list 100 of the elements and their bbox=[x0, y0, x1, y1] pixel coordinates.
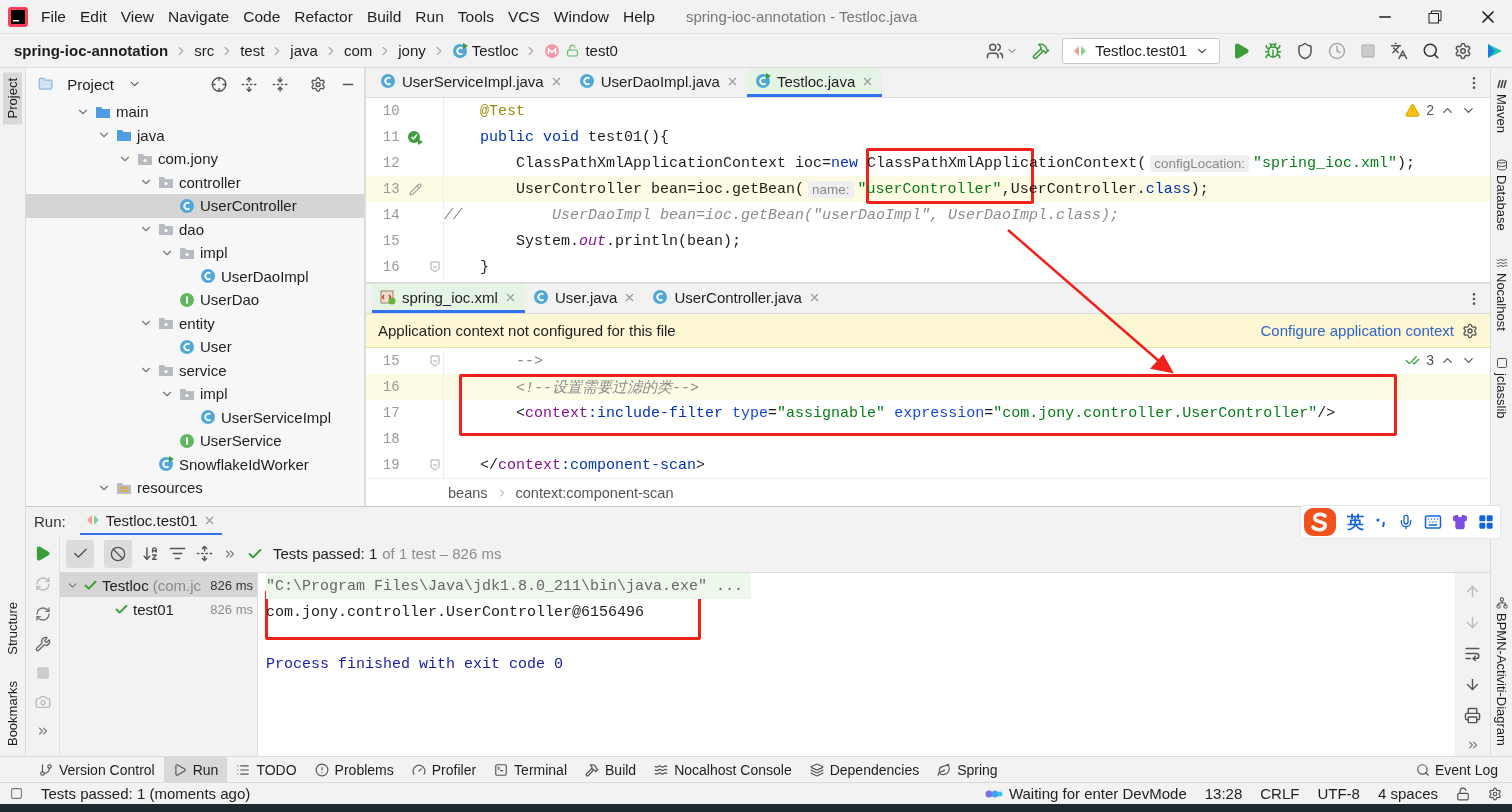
scroll-to-end-icon[interactable] bbox=[1464, 676, 1481, 693]
tool-window-tab[interactable]: Maven bbox=[1492, 72, 1511, 140]
tool-window-button[interactable]: Run bbox=[163, 757, 228, 782]
tree-item[interactable]: dao bbox=[26, 217, 364, 241]
soft-wrap-icon[interactable] bbox=[1464, 645, 1481, 662]
panel-toggle-icon[interactable] bbox=[10, 787, 23, 800]
rerun-icon[interactable] bbox=[34, 545, 51, 562]
breadcrumb[interactable]: context:component-scan bbox=[515, 484, 674, 501]
breadcrumb[interactable]: com bbox=[343, 42, 373, 59]
expand-all-icon[interactable] bbox=[196, 545, 213, 562]
restore-icon[interactable] bbox=[1428, 9, 1442, 24]
tree-item[interactable]: SnowflakeIdWorker bbox=[26, 452, 364, 476]
coverage-icon[interactable] bbox=[1296, 41, 1314, 60]
run-icon[interactable] bbox=[1232, 41, 1250, 60]
menu-item[interactable]: Edit bbox=[73, 7, 114, 26]
tool-window-button[interactable]: Dependencies bbox=[800, 757, 929, 782]
editor-tab[interactable]: UserController.java bbox=[644, 284, 829, 313]
settings-icon[interactable] bbox=[1488, 786, 1502, 801]
menu-item[interactable]: Run bbox=[408, 7, 451, 26]
wrench-icon[interactable] bbox=[34, 636, 51, 652]
tool-window-tab[interactable]: Project bbox=[3, 72, 22, 125]
toggle-auto-test-icon[interactable] bbox=[34, 606, 51, 622]
editor-tab[interactable]: User.java bbox=[524, 284, 645, 313]
menu-item[interactable]: File bbox=[34, 7, 73, 26]
tree-item[interactable]: UserServiceImpl bbox=[26, 405, 364, 429]
tool-window-tab[interactable]: Structure bbox=[3, 596, 22, 661]
sort-alphabetically-icon[interactable] bbox=[142, 545, 159, 562]
tool-window-button[interactable]: TODO bbox=[227, 757, 306, 782]
search-icon[interactable] bbox=[1422, 41, 1440, 60]
expand-all-icon[interactable] bbox=[241, 75, 258, 93]
tool-window-button[interactable]: Build bbox=[576, 757, 646, 782]
show-ignored-button[interactable] bbox=[104, 539, 132, 568]
menu-item[interactable]: Window bbox=[546, 7, 616, 26]
breadcrumb[interactable]: beans bbox=[448, 484, 488, 501]
breadcrumb[interactable]: src bbox=[194, 42, 215, 59]
tool-window-tab[interactable]: BPMN-Activiti-Diagram bbox=[1492, 591, 1511, 752]
menu-item[interactable]: Tools bbox=[450, 7, 501, 26]
tool-window-tab[interactable]: Nocalhost bbox=[1492, 250, 1511, 337]
tree-item[interactable]: impl bbox=[26, 382, 364, 406]
tool-window-tab[interactable]: Database bbox=[1492, 153, 1511, 237]
settings-icon[interactable] bbox=[1454, 41, 1472, 60]
breadcrumb[interactable]: Testloc bbox=[471, 42, 519, 59]
editor-tab[interactable]: UserServiceImpl.java bbox=[372, 68, 571, 97]
skin-icon[interactable] bbox=[1452, 514, 1468, 530]
tree-item[interactable]: User bbox=[26, 335, 364, 359]
menu-item[interactable]: Help bbox=[616, 7, 662, 26]
tree-item[interactable]: resources bbox=[26, 476, 364, 500]
collapse-all-icon[interactable] bbox=[271, 75, 288, 93]
fold-marker-icon[interactable] bbox=[430, 261, 441, 273]
fold-marker-icon[interactable] bbox=[430, 355, 441, 367]
fold-marker-icon[interactable] bbox=[430, 459, 441, 471]
tree-item[interactable]: impl bbox=[26, 241, 364, 265]
show-passed-button[interactable] bbox=[66, 539, 94, 568]
breadcrumb[interactable]: test bbox=[240, 42, 265, 59]
breadcrumb[interactable]: spring-ioc-annotation bbox=[14, 42, 169, 59]
run-configuration-select[interactable]: Testloc.test01 bbox=[1062, 37, 1220, 64]
run-tab[interactable]: Testloc.test01 bbox=[79, 507, 223, 535]
menu-item[interactable]: View bbox=[113, 7, 162, 26]
settings-icon[interactable] bbox=[1462, 322, 1478, 339]
menu-item[interactable]: Code bbox=[236, 7, 288, 26]
breadcrumb[interactable]: java bbox=[290, 42, 318, 59]
tool-window-button[interactable]: Terminal bbox=[485, 757, 576, 782]
panel-title[interactable]: Project bbox=[67, 75, 114, 93]
toolbox-icon[interactable] bbox=[1478, 514, 1494, 530]
translate-icon[interactable] bbox=[1390, 41, 1408, 60]
tool-window-button[interactable]: Spring bbox=[928, 757, 1007, 782]
indent-setting[interactable]: 4 spaces bbox=[1377, 785, 1438, 802]
plugin-logo-icon[interactable] bbox=[1486, 41, 1504, 60]
tree-item[interactable]: entity bbox=[26, 311, 364, 335]
input-mode[interactable]: 英 bbox=[1347, 510, 1364, 534]
tool-window-tab[interactable]: Bookmarks bbox=[3, 674, 22, 752]
cursor-position[interactable]: 13:28 bbox=[1204, 785, 1243, 802]
test-tree-item[interactable]: Testloc (com.jc 826 ms bbox=[60, 573, 257, 597]
file-encoding[interactable]: UTF-8 bbox=[1317, 785, 1360, 802]
tree-item[interactable]: UserService bbox=[26, 429, 364, 453]
tree-item[interactable]: com.jony bbox=[26, 147, 364, 171]
profile-icon[interactable] bbox=[1328, 41, 1346, 60]
unlock-icon[interactable] bbox=[1456, 786, 1470, 801]
tool-window-tab[interactable]: jclasslib bbox=[1492, 350, 1511, 424]
tool-window-button[interactable]: Version Control bbox=[30, 757, 164, 782]
tool-window-button[interactable]: Profiler bbox=[402, 757, 486, 782]
test-tree-item[interactable]: test01 826 ms bbox=[60, 597, 257, 621]
breadcrumb[interactable]: test0 bbox=[585, 42, 618, 59]
tool-window-button[interactable]: Problems bbox=[305, 757, 403, 782]
build-icon[interactable] bbox=[1032, 41, 1051, 60]
tree-item[interactable]: UserController bbox=[26, 194, 364, 218]
tool-window-button[interactable]: Nocalhost Console bbox=[645, 757, 801, 782]
configure-link[interactable]: Configure application context bbox=[1260, 322, 1454, 339]
microphone-icon[interactable] bbox=[1398, 514, 1414, 530]
menu-item[interactable]: Build bbox=[359, 7, 409, 26]
keyboard-icon[interactable] bbox=[1424, 513, 1442, 531]
tree-item[interactable]: controller bbox=[26, 170, 364, 194]
editor-tab[interactable]: Testloc.java bbox=[746, 68, 883, 97]
locate-icon[interactable] bbox=[211, 75, 228, 93]
event-log-button[interactable]: Event Log bbox=[1415, 761, 1512, 778]
run-gutter-icon[interactable] bbox=[407, 129, 424, 145]
menu-item[interactable]: VCS bbox=[500, 7, 547, 26]
tree-item[interactable]: UserDaoImpl bbox=[26, 264, 364, 288]
tree-item[interactable]: java bbox=[26, 123, 364, 147]
breadcrumb[interactable]: jony bbox=[398, 42, 426, 59]
